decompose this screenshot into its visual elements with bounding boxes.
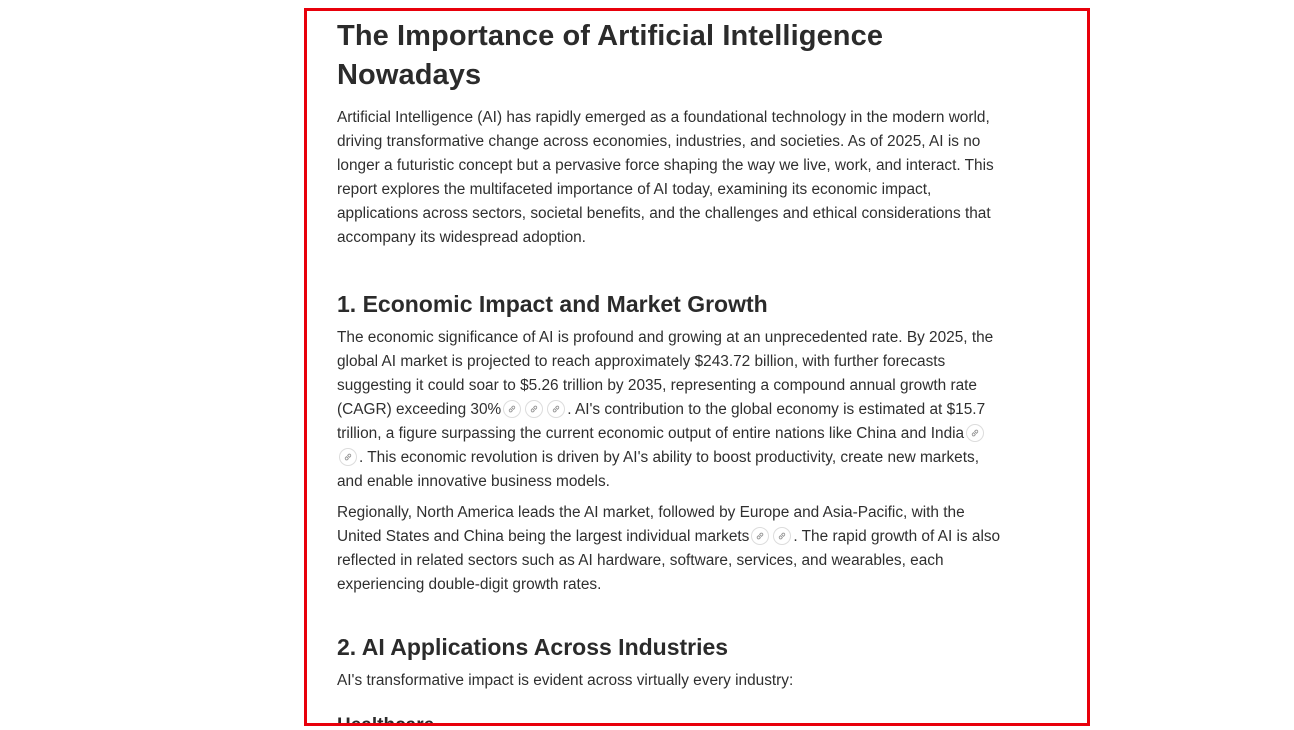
applications-intro: AI's transformative impact is evident ac…: [337, 672, 794, 689]
section-heading-ai-applications: 2. AI Applications Across Industries: [337, 634, 729, 660]
section-heading-economic-impact: 1. Economic Impact and Market Growth: [337, 291, 768, 317]
citation-link-icon[interactable]: [751, 527, 770, 545]
article: The Importance of Artificial Intelligenc…: [337, 17, 1003, 726]
highlight-frame: The Importance of Artificial Intelligenc…: [304, 8, 1090, 726]
economic-paragraph-1-text-c: . This economic revolution is driven by …: [337, 449, 979, 490]
citation-link-icon[interactable]: [503, 400, 522, 418]
citation-link-icon[interactable]: [525, 400, 544, 418]
economic-paragraph-1: The economic significance of AI is profo…: [337, 326, 1003, 494]
economic-paragraph-2: Regionally, North America leads the AI m…: [337, 501, 1003, 597]
citation-link-icon[interactable]: [966, 424, 985, 442]
citation-link-icon[interactable]: [547, 400, 566, 418]
page-title: The Importance of Artificial Intelligenc…: [337, 20, 884, 91]
intro-paragraph: Artificial Intelligence (AI) has rapidly…: [337, 109, 994, 246]
citation-link-icon[interactable]: [339, 448, 357, 466]
subheading-healthcare: Healthcare: [337, 715, 435, 726]
citation-link-icon[interactable]: [773, 527, 792, 545]
